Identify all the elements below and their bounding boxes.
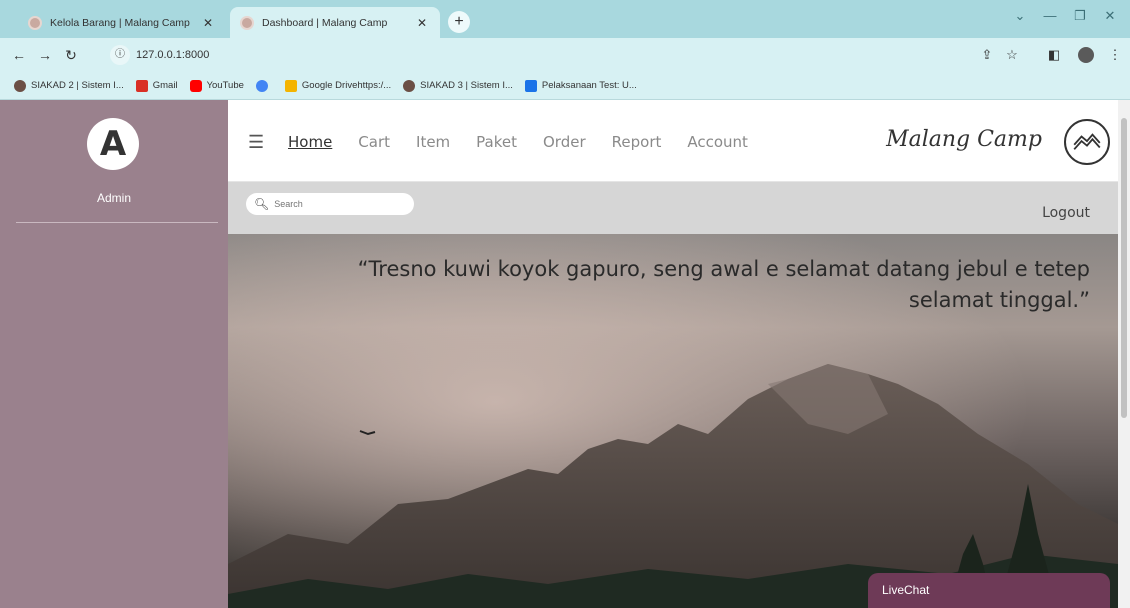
forward-icon[interactable]: →	[36, 47, 54, 63]
sidebar: A Admin	[0, 100, 228, 608]
bookmark-label: YouTube	[206, 80, 244, 91]
avatar-letter: A	[99, 124, 127, 164]
test-icon	[524, 79, 537, 92]
bookmark-star-icon[interactable]: ☆	[1003, 47, 1021, 63]
main-nav: Home Cart Item Paket Order Report Accoun…	[288, 133, 774, 151]
minimize-icon[interactable]: —	[1035, 8, 1065, 23]
tab-search-chevron-icon[interactable]: ⌄	[1005, 8, 1035, 24]
bookmark-label: SIAKAD 3 | Sistem I...	[420, 80, 513, 91]
nav-link-report[interactable]: Report	[612, 133, 662, 151]
hero-quote: “Tresno kuwi koyok gapuro, seng awal e s…	[357, 257, 1090, 312]
menu-kebab-icon[interactable]: ⋮	[1106, 47, 1124, 63]
user-name: Admin	[96, 191, 131, 205]
bookmark-label: Gmail	[152, 80, 178, 91]
top-navbar: ☰ Home Cart Item Paket Order Report Acco…	[228, 100, 1118, 182]
bookmark-item[interactable]: SIAKAD 2 | Sistem I...	[14, 79, 124, 92]
hero-banner: “Tresno kuwi koyok gapuro, seng awal e s…	[228, 234, 1118, 608]
tab-close-icon[interactable]: ✕	[200, 16, 216, 30]
new-tab-button[interactable]: +	[448, 11, 470, 33]
side-panel-icon[interactable]: ◧	[1045, 47, 1063, 63]
search-box[interactable]: 🔍︎	[246, 193, 414, 215]
page-scrollbar[interactable]	[1118, 100, 1130, 608]
bookmarks-bar: SIAKAD 2 | Sistem I... Gmail YouTube Goo…	[0, 72, 1130, 100]
nav-link-cart[interactable]: Cart	[358, 133, 390, 151]
mountain-logo-icon[interactable]	[1064, 119, 1110, 165]
youtube-icon	[189, 79, 202, 92]
tab-title: Kelola Barang | Malang Camp	[50, 16, 190, 29]
reload-icon[interactable]: ↻	[62, 47, 80, 64]
url-text[interactable]: 127.0.0.1:8000	[136, 49, 209, 61]
site-favicon-icon	[240, 15, 254, 30]
bookmark-item[interactable]	[255, 79, 273, 92]
bookmark-item[interactable]: Google Drivehttps:/...	[284, 79, 392, 92]
nav-link-order[interactable]: Order	[543, 133, 586, 151]
drive-icon	[284, 79, 297, 92]
site-favicon-icon	[28, 15, 42, 30]
livechat-widget[interactable]: LiveChat	[868, 573, 1110, 608]
restore-icon[interactable]: ❐	[1065, 8, 1095, 24]
scrollbar-thumb[interactable]	[1121, 118, 1127, 418]
siakad-icon	[14, 79, 26, 92]
bookmark-label: Google Drivehttps:/...	[301, 80, 392, 91]
bookmark-item[interactable]: SIAKAD 3 | Sistem I...	[403, 79, 513, 92]
bookmark-label: SIAKAD 2 | Sistem I...	[31, 80, 124, 91]
page-viewport: A Admin ☰ Home Cart Item Paket Order Rep…	[0, 100, 1130, 608]
site-info-icon[interactable]: ⓘ	[110, 45, 130, 65]
brand-name[interactable]: Malang Camp	[886, 127, 1042, 152]
share-icon[interactable]: ⇪	[978, 47, 996, 63]
back-icon[interactable]: ←	[10, 47, 28, 63]
bookmark-label: Pelaksanaan Test: U...	[541, 80, 637, 91]
siakad-icon	[403, 79, 416, 92]
address-bar: ← → ↻ ⓘ 127.0.0.1:8000 ⇪ ☆ ◧ ⋮	[0, 38, 1130, 72]
google-icon	[255, 79, 268, 92]
browser-tab[interactable]: Kelola Barang | Malang Camp ✕	[18, 7, 226, 38]
browser-tab-bar: Kelola Barang | Malang Camp ✕ Dashboard …	[0, 0, 1130, 38]
nav-link-home[interactable]: Home	[288, 133, 332, 151]
search-input[interactable]	[274, 199, 405, 209]
browser-tab-active[interactable]: Dashboard | Malang Camp ✕	[230, 7, 440, 38]
search-row: 🔍︎ Logout	[228, 182, 1118, 234]
logout-link[interactable]: Logout	[1042, 205, 1090, 221]
bookmark-item[interactable]: Pelaksanaan Test: U...	[524, 79, 637, 92]
gmail-icon	[135, 79, 148, 92]
nav-link-item[interactable]: Item	[416, 133, 450, 151]
hamburger-menu-icon[interactable]: ☰	[248, 132, 264, 153]
search-icon: 🔍︎	[254, 197, 270, 211]
nav-link-account[interactable]: Account	[687, 133, 748, 151]
bookmark-item[interactable]: YouTube	[189, 79, 244, 92]
avatar[interactable]: A	[87, 118, 139, 170]
url-omnibox[interactable]: ⓘ 127.0.0.1:8000	[108, 43, 1078, 67]
profile-avatar-icon[interactable]	[1078, 47, 1094, 63]
bookmark-item[interactable]: Gmail	[135, 79, 178, 92]
sidebar-divider	[16, 222, 218, 223]
tab-title: Dashboard | Malang Camp	[262, 16, 388, 29]
nav-link-paket[interactable]: Paket	[476, 133, 517, 151]
tab-close-icon[interactable]: ✕	[414, 16, 430, 30]
window-close-icon[interactable]: ✕	[1095, 8, 1125, 24]
